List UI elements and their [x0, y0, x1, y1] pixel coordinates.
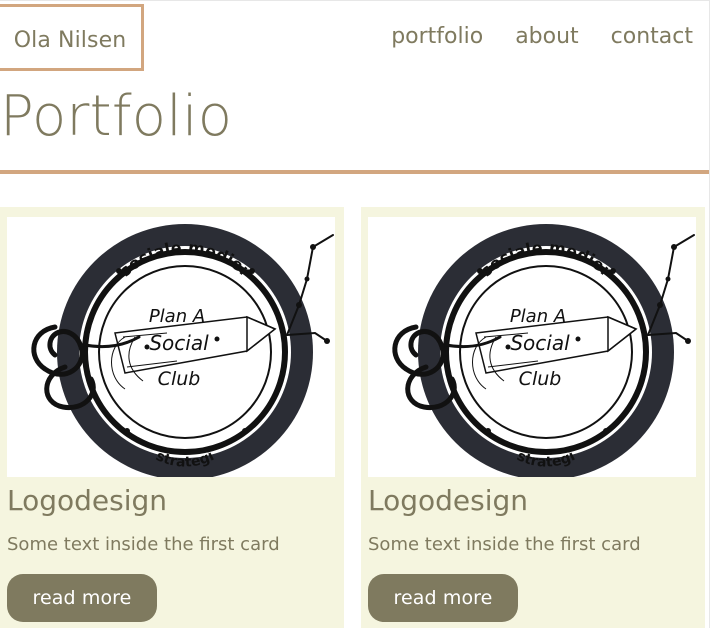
read-more-label: read more — [32, 587, 132, 609]
plan-a-social-club-logo-image: sosiale medier strategi Plan A Social Cl… — [392, 224, 695, 477]
card-title: Logodesign — [7, 484, 168, 517]
card-text: Some text inside the first card — [368, 534, 641, 555]
nav-portfolio[interactable]: portfolio — [391, 23, 483, 51]
plan-a-social-club-logo-image: sosiale medier strategi Plan A Social Cl… — [31, 224, 334, 477]
page-title: Portfolio — [0, 84, 233, 149]
logo-text-line-3: Club — [158, 368, 201, 390]
logo-text-line-2: Social — [149, 331, 209, 355]
nav-about[interactable]: about — [515, 23, 578, 51]
logo-text-line-1: Plan A — [510, 306, 566, 327]
title-divider — [0, 170, 709, 174]
card-text: Some text inside the first card — [7, 534, 280, 555]
read-more-button[interactable]: read more — [368, 574, 518, 622]
site-logo-text: Ola Nilsen — [13, 28, 127, 53]
site-logo[interactable]: Ola Nilsen — [0, 4, 144, 71]
portfolio-card-2: sosiale medier strategi Plan A Social Cl… — [361, 207, 705, 628]
card-image: sosiale medier strategi Plan A Social Cl… — [7, 217, 335, 477]
main-nav: portfolio about contact — [391, 23, 693, 51]
page: Ola Nilsen portfolio about contact Portf… — [0, 0, 710, 628]
logo-text-line-2: Social — [510, 331, 570, 355]
read-more-label: read more — [393, 587, 493, 609]
logo-text-line-3: Club — [519, 368, 562, 390]
portfolio-card-1: sosiale medier strategi Plan A Social Cl… — [0, 207, 344, 628]
nav-contact[interactable]: contact — [611, 23, 693, 51]
card-title: Logodesign — [368, 484, 529, 517]
logo-text-line-1: Plan A — [149, 306, 205, 327]
read-more-button[interactable]: read more — [7, 574, 157, 622]
card-image: sosiale medier strategi Plan A Social Cl… — [368, 217, 696, 477]
